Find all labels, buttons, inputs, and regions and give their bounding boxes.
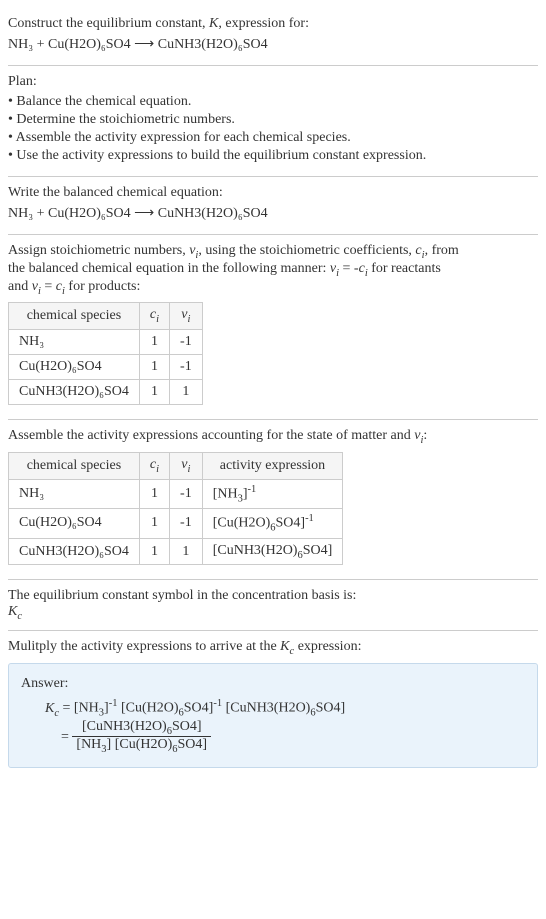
- cell-activity: [NH3]-1: [202, 479, 343, 508]
- plan-bullet-1: • Balance the chemical equation.: [8, 94, 538, 110]
- col-ci: ci: [139, 303, 169, 330]
- cell-vi: -1: [170, 509, 203, 538]
- plan-title: Plan:: [8, 74, 538, 90]
- stoich-intro-2: the balanced chemical equation in the fo…: [8, 261, 538, 279]
- col-species: chemical species: [9, 303, 140, 330]
- cell-species: NH₃: [9, 330, 140, 355]
- plan-list: • Balance the chemical equation. • Deter…: [8, 94, 538, 164]
- answer-line1: Kc = [NH3]-1 [Cu(H2O)6SO4]-1 [CuNH3(H2O)…: [45, 698, 525, 718]
- stoichiometric-section: Assign stoichiometric numbers, νi, using…: [8, 235, 538, 420]
- cell-vi: -1: [170, 479, 203, 508]
- symbol-section: The equilibrium constant symbol in the c…: [8, 580, 538, 631]
- problem-statement: Construct the equilibrium constant, K, e…: [8, 8, 538, 66]
- cell-species: NH₃: [9, 479, 140, 508]
- answer-box: Answer: Kc = [NH3]-1 [Cu(H2O)6SO4]-1 [Cu…: [8, 663, 538, 768]
- plan-bullet-3: • Assemble the activity expression for e…: [8, 130, 538, 146]
- problem-equation: NH₃ + Cu(H2O)₆SO4 ⟶ CuNH3(H2O)₆SO4: [8, 36, 538, 53]
- cell-ci: 1: [139, 479, 169, 508]
- table-row: Cu(H2O)₆SO4 1 -1: [9, 355, 203, 380]
- symbol: Kc: [8, 604, 538, 622]
- col-ci: ci: [139, 452, 169, 479]
- cell-species: Cu(H2O)₆SO4: [9, 355, 140, 380]
- table-row: CuNH3(H2O)₆SO4 1 1: [9, 380, 203, 405]
- cell-ci: 1: [139, 509, 169, 538]
- table-header-row: chemical species ci νi activity expressi…: [9, 452, 343, 479]
- cell-activity: [Cu(H2O)6SO4]-1: [202, 509, 343, 538]
- problem-text-1: Construct the equilibrium constant, K, e…: [8, 16, 538, 32]
- col-vi: νi: [170, 303, 203, 330]
- frac-denominator: [NH3] [Cu(H2O)6SO4]: [72, 737, 211, 755]
- col-species: chemical species: [9, 452, 140, 479]
- activity-table: chemical species ci νi activity expressi…: [8, 452, 343, 566]
- plan-bullet-4: • Use the activity expressions to build …: [8, 148, 538, 164]
- table-row: CuNH3(H2O)₆SO4 1 1 [CuNH3(H2O)6SO4]: [9, 538, 343, 565]
- stoich-intro-3: and νi = ci for products:: [8, 279, 538, 297]
- table-row: Cu(H2O)₆SO4 1 -1 [Cu(H2O)6SO4]-1: [9, 509, 343, 538]
- activity-section: Assemble the activity expressions accoun…: [8, 420, 538, 580]
- multiply-title: Mulitply the activity expressions to arr…: [8, 639, 538, 657]
- cell-species: CuNH3(H2O)₆SO4: [9, 538, 140, 565]
- cell-ci: 1: [139, 538, 169, 565]
- col-vi: νi: [170, 452, 203, 479]
- balanced-equation: NH₃ + Cu(H2O)₆SO4 ⟶ CuNH3(H2O)₆SO4: [8, 205, 538, 222]
- multiply-section: Mulitply the activity expressions to arr…: [8, 631, 538, 776]
- cell-vi: 1: [170, 538, 203, 565]
- answer-label: Answer:: [21, 676, 525, 692]
- stoich-intro-1: Assign stoichiometric numbers, νi, using…: [8, 243, 538, 261]
- cell-vi: 1: [170, 380, 203, 405]
- balanced-equation-title: Write the balanced chemical equation:: [8, 185, 538, 201]
- cell-ci: 1: [139, 330, 169, 355]
- symbol-intro: The equilibrium constant symbol in the c…: [8, 588, 538, 604]
- cell-activity: [CuNH3(H2O)6SO4]: [202, 538, 343, 565]
- table-row: NH₃ 1 -1 [NH3]-1: [9, 479, 343, 508]
- cell-vi: -1: [170, 355, 203, 380]
- cell-species: CuNH3(H2O)₆SO4: [9, 380, 140, 405]
- answer-line2: = [CuNH3(H2O)6SO4][NH3] [Cu(H2O)6SO4]: [61, 719, 525, 756]
- col-activity: activity expression: [202, 452, 343, 479]
- cell-species: Cu(H2O)₆SO4: [9, 509, 140, 538]
- balanced-equation-section: Write the balanced chemical equation: NH…: [8, 177, 538, 235]
- cell-ci: 1: [139, 380, 169, 405]
- plan-section: Plan: • Balance the chemical equation. •…: [8, 66, 538, 177]
- frac-numerator: [CuNH3(H2O)6SO4]: [72, 719, 211, 738]
- stoichiometric-table: chemical species ci νi NH₃ 1 -1 Cu(H2O)₆…: [8, 302, 203, 405]
- cell-ci: 1: [139, 355, 169, 380]
- activity-title: Assemble the activity expressions accoun…: [8, 428, 538, 446]
- table-row: NH₃ 1 -1: [9, 330, 203, 355]
- cell-vi: -1: [170, 330, 203, 355]
- plan-bullet-2: • Determine the stoichiometric numbers.: [8, 112, 538, 128]
- table-header-row: chemical species ci νi: [9, 303, 203, 330]
